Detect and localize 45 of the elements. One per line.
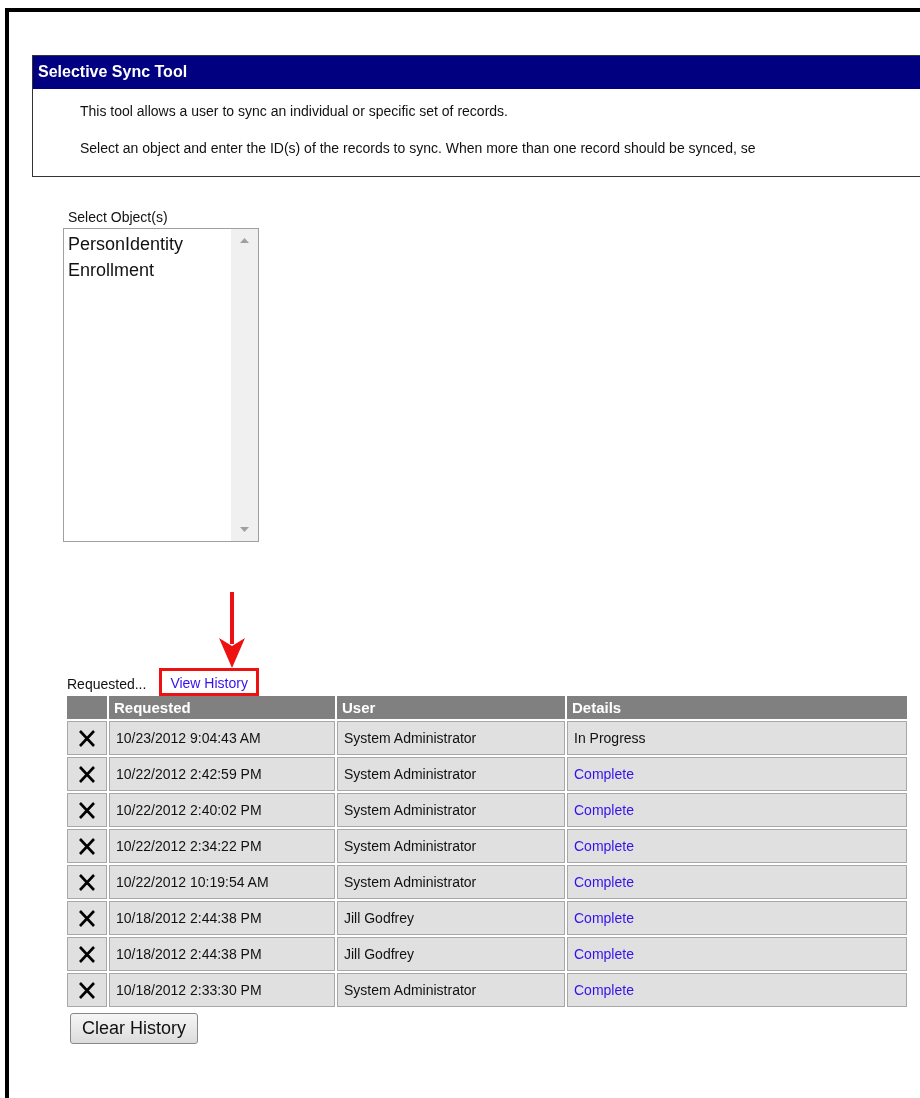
delete-icon[interactable] — [78, 873, 96, 891]
details-link[interactable]: Complete — [574, 838, 634, 854]
panel-title: Selective Sync Tool — [33, 56, 920, 89]
table-cell: Jill Godfrey — [337, 901, 565, 935]
table-cell: System Administrator — [337, 829, 565, 863]
delete-icon[interactable] — [78, 729, 96, 747]
table-cell: 10/18/2012 2:44:38 PM — [109, 937, 335, 971]
delete-icon[interactable] — [78, 801, 96, 819]
table-cell: 10/22/2012 10:19:54 AM — [109, 865, 335, 899]
details-link[interactable]: Complete — [574, 910, 634, 926]
table-cell: 10/22/2012 2:42:59 PM — [109, 757, 335, 791]
column-header: Requested — [109, 696, 335, 719]
table-cell: System Administrator — [337, 793, 565, 827]
column-header: Details — [567, 696, 907, 719]
object-listbox[interactable]: PersonIdentity Enrollment — [63, 228, 259, 542]
list-option[interactable]: PersonIdentity — [68, 231, 227, 257]
table-cell: System Administrator — [337, 865, 565, 899]
delete-icon[interactable] — [78, 837, 96, 855]
delete-icon[interactable] — [78, 981, 96, 999]
table-cell: 10/22/2012 2:40:02 PM — [109, 793, 335, 827]
table-cell: In Progress — [567, 721, 907, 755]
table-cell: System Administrator — [337, 973, 565, 1007]
description-text: Select an object and enter the ID(s) of the records to sync. When more than one record should be synced, se — [80, 140, 757, 156]
table-cell: 10/18/2012 2:44:38 PM — [109, 901, 335, 935]
table-cell: System Administrator — [337, 721, 565, 755]
delete-icon[interactable] — [78, 909, 96, 927]
clear-history-button[interactable]: Clear History — [70, 1013, 199, 1044]
delete-icon[interactable] — [78, 945, 96, 963]
delete-icon[interactable] — [78, 765, 96, 783]
column-header: User — [337, 696, 565, 719]
table-cell: 10/23/2012 9:04:43 AM — [109, 721, 335, 755]
details-link[interactable]: Complete — [574, 874, 634, 890]
table-cell: System Administrator — [337, 757, 565, 791]
table-cell: 10/18/2012 2:33:30 PM — [109, 973, 335, 1007]
details-link[interactable]: Complete — [574, 766, 634, 782]
details-link[interactable]: Complete — [574, 982, 634, 998]
section-label: Requested... — [67, 676, 147, 694]
list-option[interactable]: Enrollment — [68, 257, 227, 283]
field-label: Select Object(s) — [68, 209, 169, 225]
table-cell: Jill Godfrey — [337, 937, 565, 971]
description-text: This tool allows a user to sync an individual or specific set of records. — [80, 103, 509, 119]
table-cell: 10/22/2012 2:34:22 PM — [109, 829, 335, 863]
details-link[interactable]: Complete — [574, 946, 634, 962]
view-history-link[interactable]: View History — [170, 675, 248, 691]
details-link[interactable]: Complete — [574, 802, 634, 818]
